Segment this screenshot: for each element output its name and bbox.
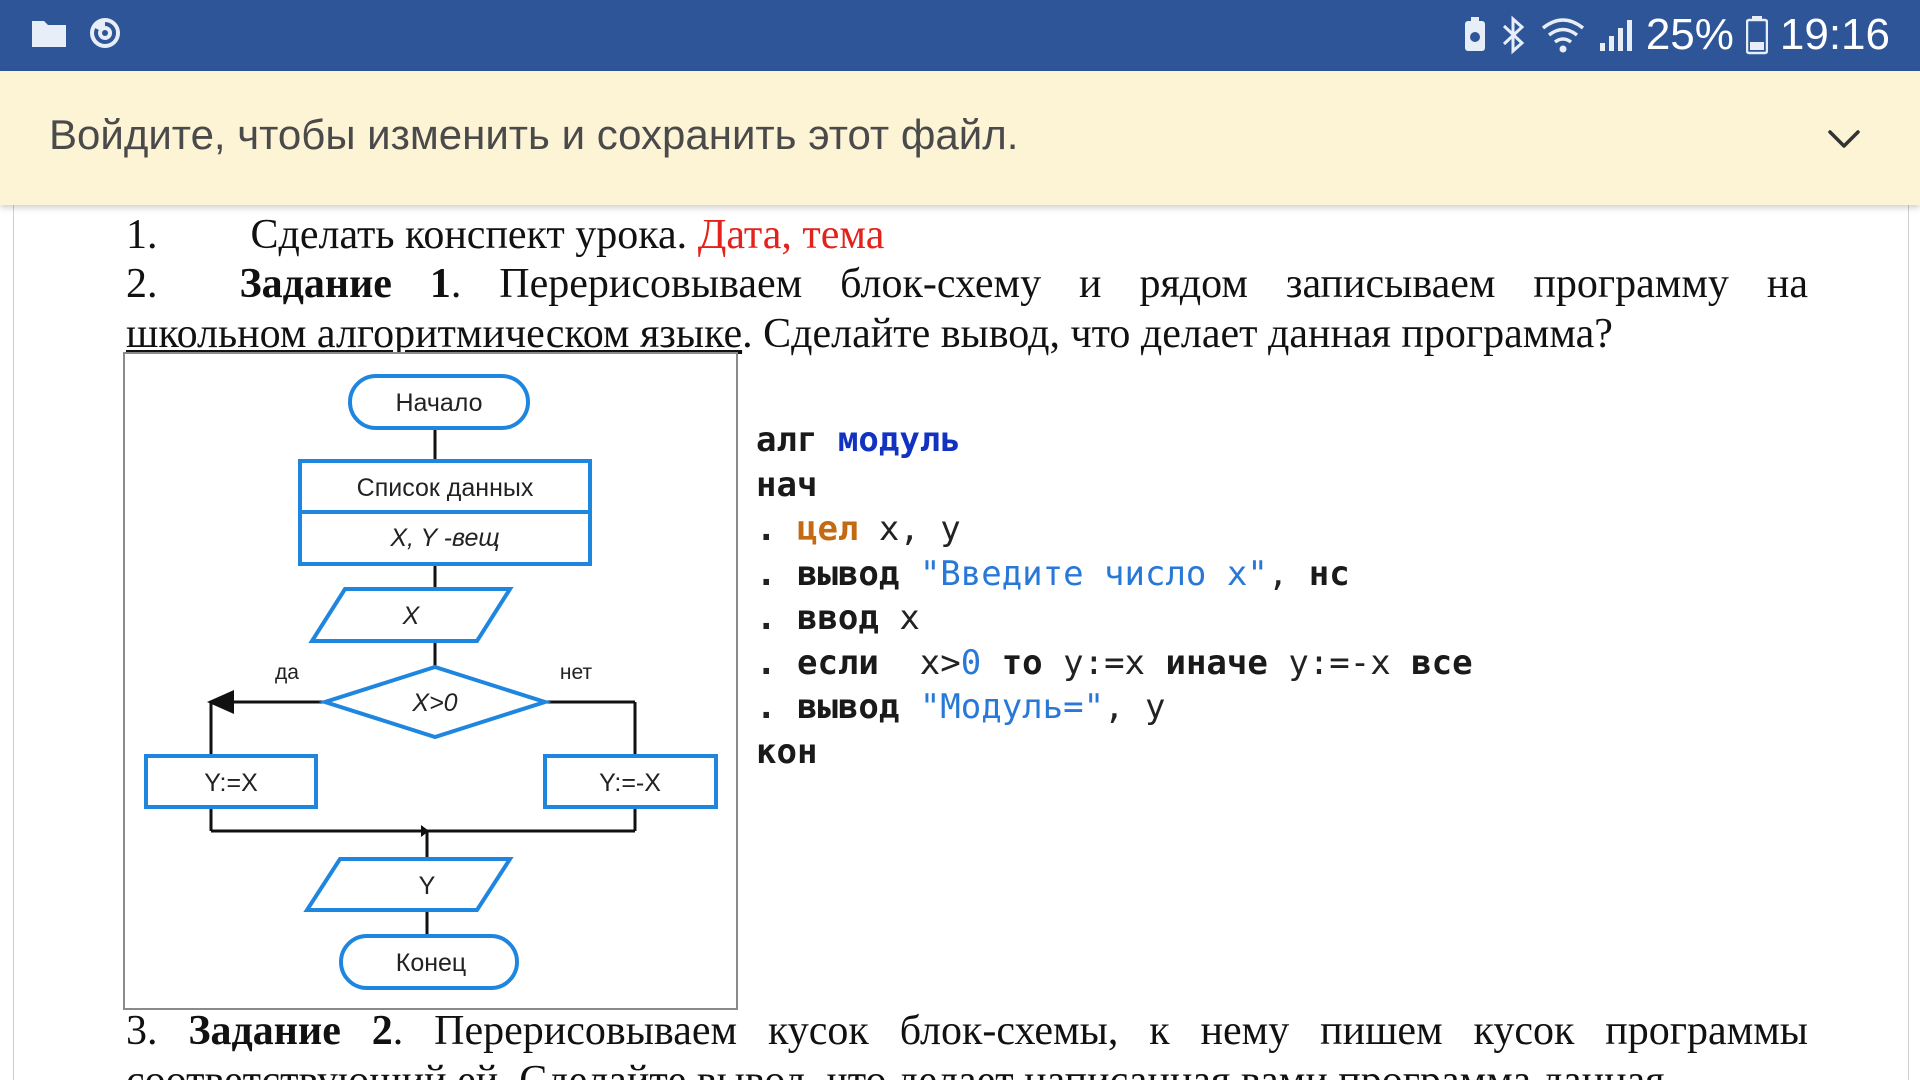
signal-icon [1598, 17, 1634, 53]
sign-in-banner[interactable]: Войдите, чтобы изменить и сохранить этот… [0, 71, 1920, 205]
item-text: Сделать конспект урока. [250, 212, 688, 258]
status-bar: 25% 19:16 [0, 0, 1920, 71]
item-text: . Перерисовываем кусок блок-схемы, к нем… [392, 1008, 1808, 1054]
task-title: Задание 1 [239, 261, 451, 307]
list-item-2-line1: 2. Задание 1. Перерисовываем блок-схему … [126, 259, 1808, 309]
item-highlight: Дата, тема [697, 212, 885, 258]
list-item-3-line2: соответствующий ей. Сделайте вывод, что … [126, 1056, 1665, 1080]
vars-label: X, Y -вещ [389, 524, 499, 552]
app-swirl-icon [88, 16, 122, 55]
yes-label: да [275, 661, 299, 684]
banner-message: Войдите, чтобы изменить и сохранить этот… [49, 111, 1019, 158]
folder-icon [30, 17, 68, 54]
bluetooth-icon [1500, 15, 1528, 55]
item-number: 2. [126, 261, 158, 307]
code-string: "Введите число x" [919, 553, 1268, 594]
output-label: Y [419, 872, 436, 900]
item-text: . Перерисовываем блок-схему и рядом запи… [450, 261, 1808, 307]
data-list-label: Список данных [357, 474, 534, 502]
start-label: Начало [395, 389, 482, 417]
task-title: Задание 2 [188, 1008, 393, 1054]
assign-yes-label: Y:=X [204, 769, 258, 797]
input-label: X [402, 602, 421, 630]
clock: 19:16 [1779, 10, 1890, 59]
end-label: Конец [396, 949, 467, 977]
code-keyword: вывод [796, 687, 900, 727]
code-keyword: то [981, 642, 1043, 683]
code-string: "Модуль=" [919, 687, 1105, 727]
battery-percent: 25% [1645, 10, 1734, 59]
condition-label: X>0 [411, 689, 457, 717]
code-keyword: ввод [796, 598, 879, 638]
wifi-icon [1540, 16, 1586, 54]
item-text: соответствующий ей. Сделайте вывод, что … [126, 1058, 1665, 1080]
code-keyword: нс [1308, 553, 1350, 594]
code-keyword: все [1390, 642, 1473, 683]
battery-saver-icon [1462, 16, 1488, 54]
code-number: 0 [960, 642, 982, 683]
code-keyword: вывод [796, 553, 900, 594]
list-item-1: 1. Сделать конспект урока. Дата, тема [126, 210, 884, 260]
code-algorithm-name: модуль [837, 420, 961, 460]
output-parallelogram [303, 857, 514, 912]
item-text: . Сделайте вывод, что делает данная прог… [742, 311, 1613, 357]
code-keyword: если [796, 642, 879, 683]
code-keyword: кон [756, 731, 818, 772]
flowchart-figure: Начало Список данных X, Y -вещ X X>0 да … [123, 352, 738, 1010]
code-keyword: нач [756, 464, 818, 505]
no-label: нет [560, 661, 593, 684]
program-code: алг модуль нач . цел x, y . вывод "Введи… [756, 420, 1473, 772]
item-number: 3. [126, 1008, 158, 1054]
item-number: 1. [126, 212, 158, 258]
code-keyword: иначе [1145, 642, 1268, 683]
assign-no-label: Y:=-X [599, 769, 661, 797]
chevron-down-icon[interactable] [1826, 121, 1862, 157]
battery-icon [1745, 15, 1768, 55]
list-item-3-line1: 3. Задание 2. Перерисовываем кусок блок-… [126, 1006, 1808, 1056]
code-type: цел [796, 509, 859, 549]
underlined-text: школьном алгоритмическом языке [126, 311, 743, 357]
code-keyword: алг [756, 420, 818, 460]
